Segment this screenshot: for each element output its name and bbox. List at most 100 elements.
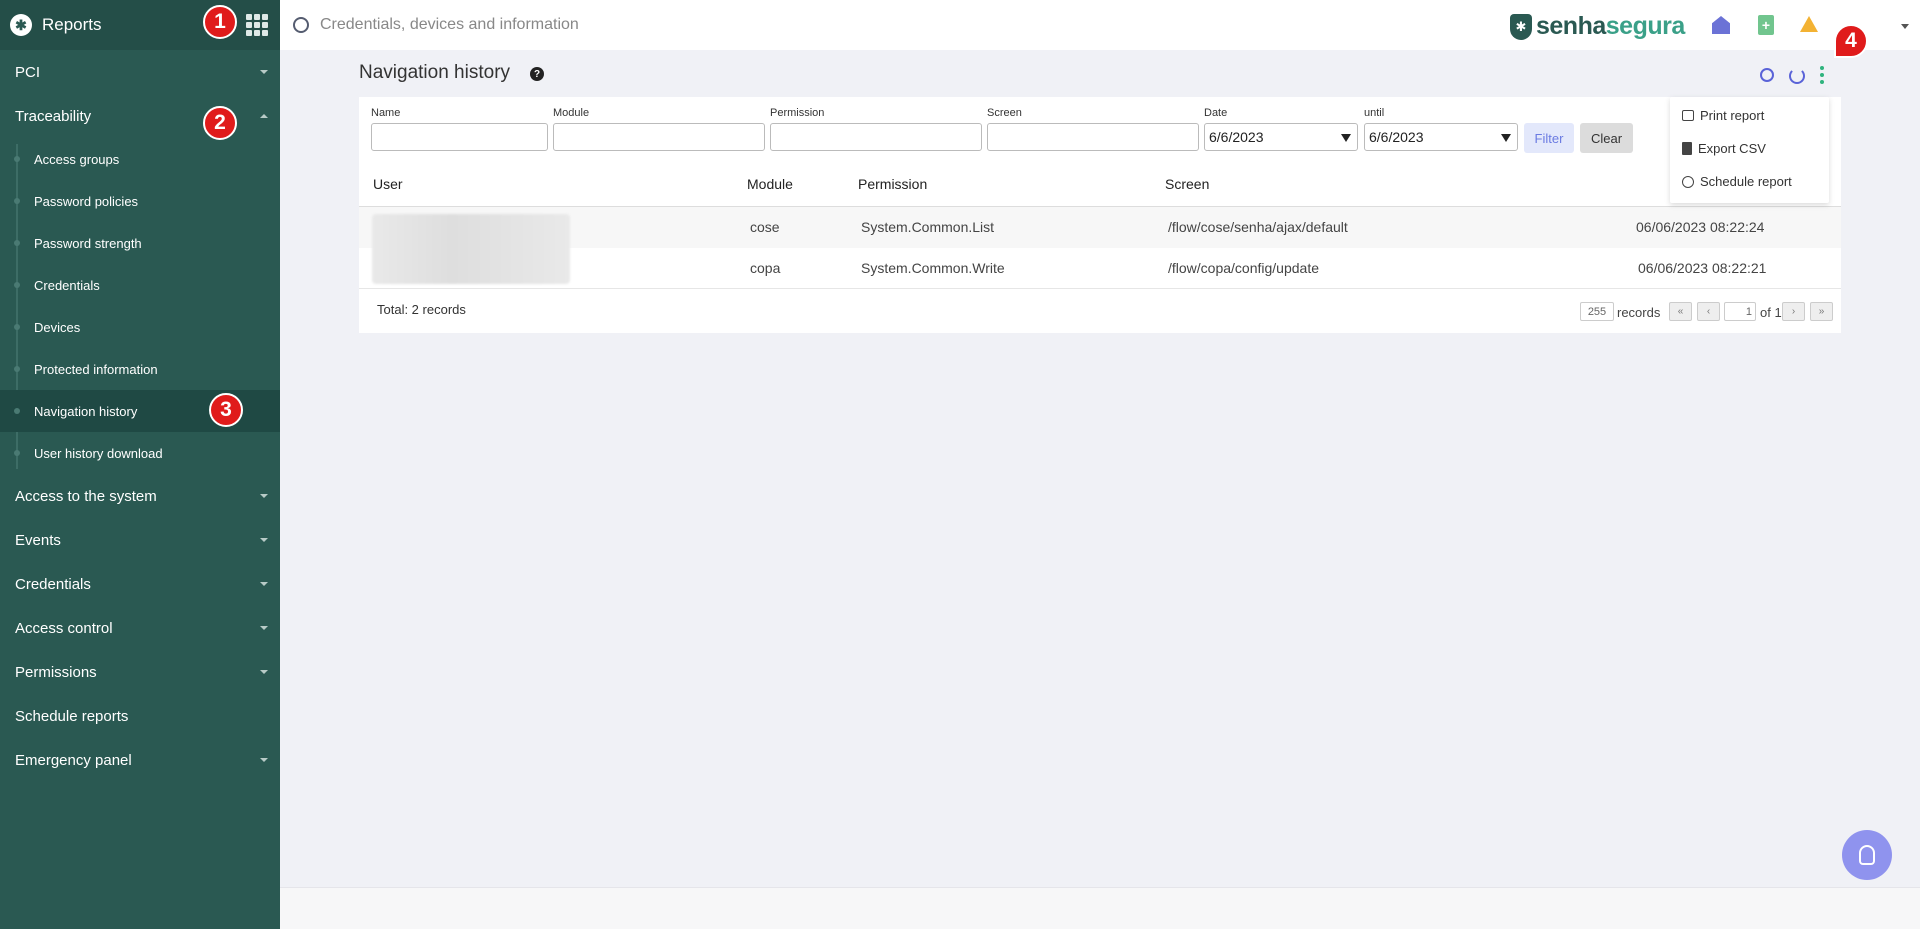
schedule-report-item[interactable]: Schedule report [1682, 174, 1792, 189]
annotation-badge: 1 [203, 5, 237, 39]
filter-button[interactable]: Filter [1524, 123, 1574, 153]
cell-module: copa [750, 260, 781, 276]
annotation-badge: 2 [203, 106, 237, 140]
last-page-button[interactable]: » [1810, 302, 1833, 321]
export-csv-label: Export CSV [1698, 141, 1766, 156]
chevron-down-icon [260, 70, 268, 74]
sidebar-item-label: Permissions [15, 663, 97, 681]
cell-date: 06/06/2023 08:22:21 [1638, 260, 1767, 276]
sidebar-item-label: Events [15, 531, 61, 549]
records-label: records [1617, 305, 1661, 320]
file-icon [1682, 142, 1692, 155]
column-header-permission[interactable]: Permission [858, 176, 927, 192]
chevron-down-icon [260, 626, 268, 630]
sidebar-subitem-label: Credentials [34, 277, 100, 293]
printer-icon [1682, 110, 1694, 121]
date-until-value: 6/6/2023 [1369, 129, 1424, 145]
more-options-icon[interactable] [1820, 66, 1824, 84]
permission-filter-input[interactable] [770, 123, 982, 151]
search-input[interactable] [320, 16, 720, 34]
sidebar-subitem-label: Access groups [34, 151, 120, 167]
status-circle-icon[interactable] [1760, 68, 1774, 82]
column-header-module[interactable]: Module [747, 176, 793, 192]
sidebar-subitem-user-history-download[interactable]: User history download [0, 432, 280, 474]
schedule-report-label: Schedule report [1700, 174, 1792, 189]
brand-shield-icon: ✱ [1510, 13, 1532, 40]
sidebar-subitem-credentials[interactable]: Credentials [0, 264, 280, 306]
sidebar-subitem-protected-information[interactable]: Protected information [0, 348, 280, 390]
next-page-button[interactable]: › [1782, 302, 1805, 321]
name-filter-input[interactable] [371, 123, 548, 151]
annotation-badge: 4 [1834, 24, 1868, 58]
date-until-select[interactable]: 6/6/2023 [1364, 123, 1518, 151]
page-number-input[interactable]: 1 [1724, 302, 1756, 321]
sidebar-subitem-devices[interactable]: Devices [0, 306, 280, 348]
search-icon [293, 17, 309, 33]
table-row[interactable]: copa System.Common.Write /flow/copa/conf… [359, 248, 1841, 289]
lightbulb-icon [1859, 845, 1875, 865]
sidebar-subitem-label: Password strength [34, 235, 142, 251]
sidebar-item-label: Access to the system [15, 487, 157, 505]
brand-text-b: segura [1605, 12, 1685, 40]
page-title: Navigation history [359, 62, 511, 83]
user-menu-caret-icon[interactable] [1901, 24, 1909, 29]
date-from-select[interactable]: 6/6/2023 [1204, 123, 1358, 151]
table-row[interactable]: cose System.Common.List /flow/cose/senha… [359, 207, 1841, 248]
sidebar-item-schedule-reports[interactable]: Schedule reports [0, 694, 280, 738]
lightbulb-help-button[interactable] [1842, 830, 1892, 880]
warning-icon[interactable] [1800, 16, 1818, 32]
sidebar-subitem-label: Devices [34, 319, 81, 335]
date-filter-label: Date [1204, 107, 1228, 119]
sidebar-item-access-control[interactable]: Access control [0, 606, 280, 650]
screen-filter-label: Screen [987, 107, 1022, 119]
sidebar-item-label: PCI [15, 63, 41, 81]
sidebar-subitem-access-groups[interactable]: Access groups [0, 138, 280, 180]
sidebar-subitem-password-policies[interactable]: Password policies [0, 180, 280, 222]
sidebar-title: Reports [42, 15, 102, 34]
footer [280, 887, 1920, 929]
sidebar-item-events[interactable]: Events [0, 518, 280, 562]
more-options-menu: Print report Export CSV Schedule report [1670, 97, 1829, 203]
chevron-down-icon [260, 538, 268, 542]
chevron-down-icon [260, 494, 268, 498]
sidebar-item-label: Schedule reports [15, 707, 129, 725]
refresh-icon[interactable] [1789, 68, 1805, 84]
blurred-user-cell [372, 214, 570, 284]
sidebar-item-access-to-the-system[interactable]: Access to the system [0, 474, 280, 518]
export-csv-item[interactable]: Export CSV [1682, 141, 1766, 156]
column-header-user[interactable]: User [373, 176, 403, 192]
permission-filter-label: Permission [770, 107, 825, 119]
first-page-button[interactable]: « [1669, 302, 1692, 321]
date-from-value: 6/6/2023 [1209, 129, 1264, 145]
prev-page-button[interactable]: ‹ [1697, 302, 1720, 321]
apps-grid-icon[interactable] [246, 14, 268, 36]
sidebar-item-permissions[interactable]: Permissions [0, 650, 280, 694]
clock-icon [1682, 175, 1694, 188]
print-report-item[interactable]: Print report [1682, 108, 1764, 123]
page-of-label: of 1 [1760, 305, 1782, 320]
chevron-down-icon [260, 758, 268, 762]
module-filter-input[interactable] [553, 123, 765, 151]
module-filter-label: Module [553, 107, 590, 119]
column-header-screen[interactable]: Screen [1165, 176, 1209, 192]
sidebar-item-label: Credentials [15, 575, 91, 593]
home-icon[interactable] [1712, 16, 1730, 34]
chevron-up-icon [260, 114, 268, 118]
chevron-down-icon [260, 670, 268, 674]
screen-filter-input[interactable] [987, 123, 1199, 151]
add-document-icon[interactable]: + [1758, 15, 1774, 35]
cell-permission: System.Common.List [861, 219, 995, 235]
sidebar-item-pci[interactable]: PCI [0, 50, 280, 94]
cell-screen: /flow/copa/config/update [1168, 260, 1319, 276]
help-icon[interactable]: ? [530, 67, 544, 81]
sidebar-item-label: Access control [15, 619, 113, 637]
sidebar-subitem-label: Protected information [34, 361, 158, 377]
sidebar: ✱ Reports PCI Traceability Access groups… [0, 0, 280, 929]
sidebar-item-credentials[interactable]: Credentials [0, 562, 280, 606]
sidebar-item-traceability[interactable]: Traceability [0, 94, 280, 138]
sidebar-subitem-password-strength[interactable]: Password strength [0, 222, 280, 264]
until-filter-label: until [1364, 107, 1385, 119]
sidebar-item-emergency-panel[interactable]: Emergency panel [0, 738, 280, 782]
clear-button[interactable]: Clear [1580, 123, 1633, 153]
records-per-page-input[interactable]: 255 [1580, 302, 1614, 321]
